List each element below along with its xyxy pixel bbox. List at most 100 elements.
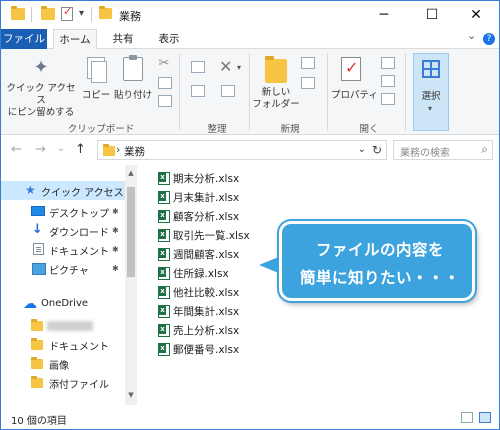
explorer-window: ▾ 業務 ─ ☐ ✕ ファイル ホーム 共有 表示 ⌄ ? ✦ クイック アクセ…	[0, 0, 500, 430]
new-folder-quick-icon[interactable]	[41, 6, 55, 20]
sidebar-item-onedrive-attachments[interactable]: 添付ファイル	[1, 373, 125, 392]
file-name: 取引先一覧.xlsx	[173, 230, 250, 242]
new-item-icon[interactable]	[301, 57, 315, 69]
excel-file-icon	[158, 305, 170, 318]
copy-icon[interactable]	[87, 57, 107, 83]
scroll-down-icon[interactable]: ▼	[125, 391, 137, 399]
tab-view[interactable]: 表示	[151, 29, 187, 49]
paste-icon[interactable]	[123, 55, 143, 81]
open-icon[interactable]	[381, 57, 395, 69]
sidebar-item-label: 添付ファイル	[49, 380, 109, 391]
sidebar-item-label: デスクトップ	[49, 209, 109, 220]
chevron-down-icon: ▾	[428, 104, 433, 113]
back-arrow-icon[interactable]: ←	[11, 142, 22, 157]
properties-button[interactable]: プロパティ	[331, 87, 378, 101]
file-name: 期末分析.xlsx	[173, 173, 240, 185]
open-group-label: 開く	[359, 124, 379, 135]
properties-icon[interactable]	[341, 57, 361, 81]
address-bar[interactable]: › 業務 ⌄ ↻	[97, 140, 387, 160]
callout-tail	[259, 256, 281, 274]
list-item[interactable]: 取引先一覧.xlsx	[153, 226, 253, 244]
delete-icon[interactable]: ✕	[219, 57, 232, 76]
copy-path-icon[interactable]	[158, 77, 172, 89]
file-name: 顧客分析.xlsx	[173, 211, 240, 223]
chevron-down-icon[interactable]: ⌄	[358, 144, 366, 155]
excel-file-icon	[158, 172, 170, 185]
breadcrumb-separator-icon[interactable]: ›	[116, 143, 120, 156]
sidebar-item-desktop[interactable]: デスクトップ ✱	[1, 202, 125, 221]
up-arrow-icon[interactable]: ↑	[75, 142, 86, 157]
scroll-thumb[interactable]	[127, 187, 135, 277]
paste-shortcut-icon[interactable]	[158, 95, 172, 107]
move-to-icon[interactable]	[191, 61, 205, 73]
pin-quick-access-button[interactable]: クイック アクセス にピン留めする	[5, 83, 77, 119]
large-icons-view-icon[interactable]	[479, 412, 491, 423]
sidebar-item-onedrive-documents[interactable]: ドキュメント	[1, 335, 125, 354]
sidebar-item-onedrive-folder[interactable]	[1, 316, 125, 335]
chevron-down-icon[interactable]: ▾	[237, 63, 241, 72]
sidebar-item-label: ドキュメント	[49, 247, 109, 258]
ribbon-expand-icon[interactable]: ⌄	[467, 29, 476, 42]
file-name: 月末集計.xlsx	[173, 192, 240, 204]
list-item[interactable]: 売上分析.xlsx	[153, 321, 253, 339]
sidebar-item-onedrive-images[interactable]: 画像	[1, 354, 125, 373]
list-item[interactable]: 週間顧客.xlsx	[153, 245, 253, 263]
ribbon: ✦ クイック アクセス にピン留めする コピー 貼り付け ✂ クリップボード ✕…	[1, 49, 499, 135]
sidebar-item-quick-access[interactable]: ★ クイック アクセス	[1, 181, 125, 200]
tab-file[interactable]: ファイル	[1, 29, 47, 49]
easy-access-icon[interactable]	[301, 77, 315, 89]
select-icon	[422, 60, 440, 78]
details-view-icon[interactable]	[461, 412, 473, 423]
paste-button[interactable]: 貼り付け	[113, 87, 153, 101]
list-item[interactable]: 期末分析.xlsx	[153, 169, 253, 187]
copy-to-icon[interactable]	[191, 85, 205, 97]
nav-pane-scrollbar[interactable]: ▲ ▼	[125, 165, 137, 405]
folder-icon	[11, 6, 25, 20]
tab-share[interactable]: 共有	[105, 29, 141, 49]
edit-icon[interactable]	[381, 75, 395, 87]
pin-icon[interactable]: ✦	[31, 57, 51, 79]
recent-locations-icon[interactable]: ⌄	[57, 143, 65, 154]
properties-quick-icon[interactable]	[61, 5, 73, 21]
maximize-button[interactable]: ☐	[409, 1, 455, 29]
breadcrumb[interactable]: 業務	[124, 144, 145, 159]
folder-icon	[31, 319, 43, 331]
list-item[interactable]: 郵便番号.xlsx	[153, 340, 253, 358]
sidebar-item-downloads[interactable]: ↓ ダウンロード ✱	[1, 221, 125, 240]
select-button[interactable]: 選択 ▾	[413, 53, 449, 131]
sidebar-item-pictures[interactable]: ピクチャ ✱	[1, 259, 125, 278]
minimize-button[interactable]: ─	[361, 1, 407, 29]
search-input[interactable]: 業務の検索 ⌕	[393, 140, 493, 160]
copy-button[interactable]: コピー	[81, 87, 111, 101]
qa-dropdown-icon[interactable]: ▾	[79, 8, 84, 19]
folder-icon	[99, 6, 112, 19]
sidebar-item-documents[interactable]: ドキュメント ✱	[1, 240, 125, 259]
list-item[interactable]: 月末集計.xlsx	[153, 188, 253, 206]
sidebar-item-label: クイック アクセス	[41, 188, 124, 199]
window-title: 業務	[119, 10, 141, 23]
tab-home[interactable]: ホーム	[53, 29, 97, 50]
scroll-up-icon[interactable]: ▲	[125, 169, 137, 177]
callout-line-1: ファイルの内容を	[315, 241, 444, 259]
pin-icon: ✱	[112, 264, 119, 273]
list-item[interactable]: 住所録.xlsx	[153, 264, 253, 282]
close-button[interactable]: ✕	[453, 1, 499, 29]
list-item[interactable]: 他社比較.xlsx	[153, 283, 253, 301]
list-item[interactable]: 年間集計.xlsx	[153, 302, 253, 320]
rename-icon[interactable]	[221, 85, 235, 97]
refresh-icon[interactable]: ↻	[372, 143, 382, 157]
forward-arrow-icon[interactable]: →	[35, 142, 46, 157]
file-name: 売上分析.xlsx	[173, 325, 240, 337]
folder-icon	[103, 144, 115, 156]
search-icon[interactable]: ⌕	[481, 142, 488, 157]
help-icon[interactable]: ?	[483, 33, 495, 45]
sidebar-item-onedrive[interactable]: ☁ OneDrive	[1, 295, 125, 314]
new-folder-icon[interactable]	[265, 56, 287, 83]
new-folder-button[interactable]: 新しい フォルダー	[251, 87, 301, 111]
history-icon[interactable]	[381, 93, 395, 105]
list-item[interactable]: 顧客分析.xlsx	[153, 207, 253, 225]
cut-icon[interactable]: ✂	[157, 57, 171, 71]
cloud-icon: ☁	[23, 296, 37, 312]
excel-file-icon	[158, 267, 170, 280]
sidebar-item-label: 画像	[49, 361, 69, 372]
